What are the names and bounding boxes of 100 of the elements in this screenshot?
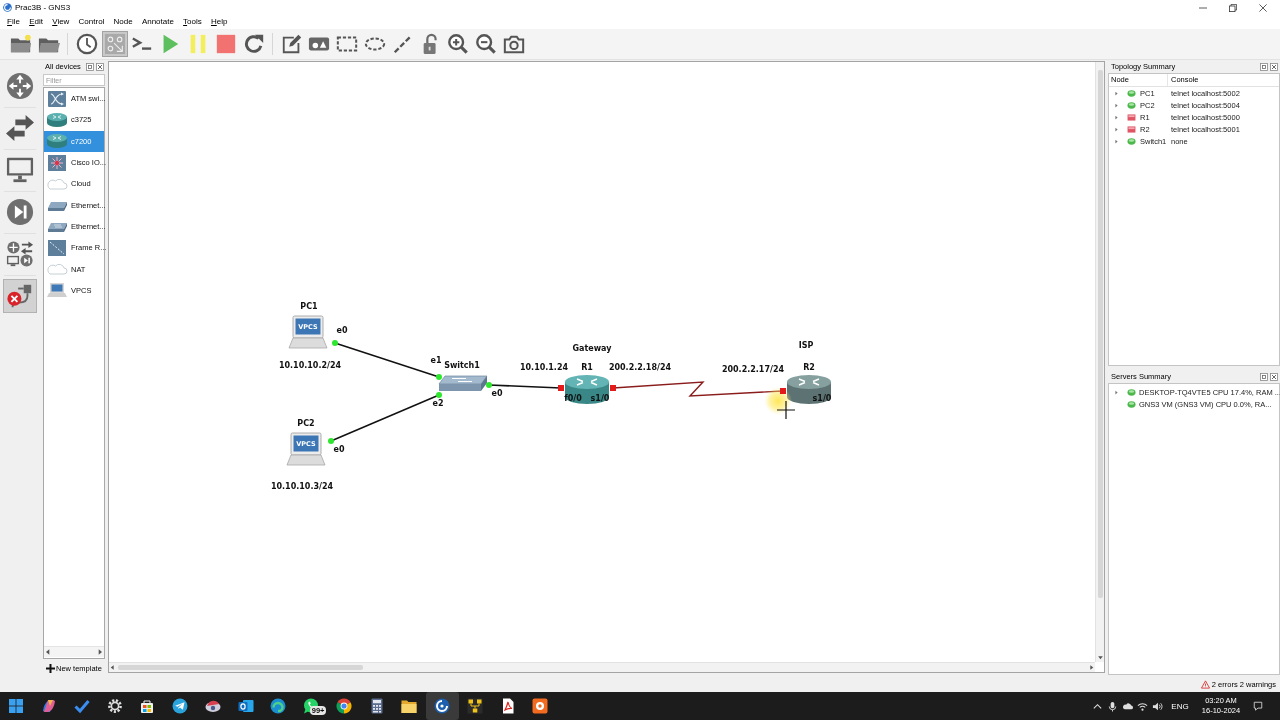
dashed-tile-icon [46,239,68,256]
network-diagram-icon [466,698,483,714]
close-icon[interactable] [1270,62,1278,71]
mail-icon [237,698,254,714]
menu-item[interactable]: Control [74,15,109,29]
note-text: 200.2.2.17/24 [721,365,785,374]
reload-icon [242,33,265,55]
menu-item[interactable]: Edit [24,15,48,29]
float-icon[interactable] [86,62,94,71]
monitor-icon [6,156,34,184]
float-icon[interactable] [1260,372,1268,381]
expand-arrow-icon[interactable] [1115,102,1118,108]
laptop-icon [46,282,68,299]
port-label: e1 [430,356,442,365]
menu-item[interactable]: File [2,15,25,29]
port-label: s1/0 [590,394,610,403]
menu-item[interactable]: Help [206,15,233,29]
folder-star-icon [10,33,32,55]
node-label: PC1 [300,302,318,311]
close-icon[interactable] [96,62,104,71]
horizontal-scrollbar[interactable] [44,646,104,657]
expand-arrow-icon[interactable] [1115,126,1118,132]
note-text: 10.10.10.3/24 [270,482,334,491]
node-label: R2 [803,363,815,372]
restore-icon [1229,3,1237,12]
close-icon [1259,3,1267,12]
expand-arrow-icon[interactable] [1115,114,1118,120]
menu-item[interactable]: Tools [178,15,207,29]
note-text: 10.10.10.2/24 [278,361,342,370]
language-indicator[interactable]: ENG [1171,701,1189,711]
starburst-tile-icon [46,154,68,171]
crosshair-cursor-icon [764,387,796,420]
note-text: 200.2.2.18/24 [608,363,672,372]
swirl-circle-icon [270,698,287,714]
float-icon[interactable] [1260,62,1268,71]
microphone-icon[interactable] [1107,700,1118,712]
vertical-scrollbar[interactable] [1095,62,1104,662]
zoom-out-icon [475,33,498,55]
cloud-icon [46,261,68,277]
menu-item[interactable]: View [47,15,74,29]
app-logo-icon [3,3,12,12]
close-icon[interactable] [1270,372,1278,381]
folder-icon [401,698,418,714]
notification-icon[interactable] [1253,701,1263,711]
shopping-bag-icon [139,698,156,714]
square-app-icon [532,698,549,714]
arrow-right-icon[interactable] [96,648,104,656]
wifi-icon[interactable] [1137,700,1148,712]
router-icon [787,375,831,404]
horizontal-scrollbar[interactable] [109,662,1095,672]
play-pause-circle-icon [6,198,34,226]
node-label: R1 [581,363,593,372]
arrow-left-icon[interactable] [109,664,116,671]
router-icon [565,375,609,404]
expand-arrow-icon[interactable] [1115,389,1118,395]
expand-arrow-icon[interactable] [1115,138,1118,144]
arrow-left-icon[interactable] [44,648,52,656]
taskbar-button[interactable] [425,692,459,720]
arrow-down-icon[interactable] [1096,654,1104,661]
note-text: ISP [798,341,814,350]
start-icon [8,698,25,714]
camera-icon [502,33,525,55]
add-link-button[interactable] [3,279,37,313]
node-label: Switch1 [444,361,480,370]
disc-app-icon [204,698,221,714]
scrollbar-thumb[interactable] [118,665,363,670]
pencil-square-icon [280,33,303,55]
device-grid-icon [6,240,34,268]
paper-plane-icon [172,698,189,714]
cloud-icon[interactable] [1122,700,1133,712]
router-circle-icon [6,72,34,100]
menu-item[interactable]: Node [108,15,138,29]
note-text: 10.10.1.24 [519,363,569,372]
clock-icon [75,33,98,55]
checkmark-icon [73,698,90,714]
circles-arrow-tile-icon [103,33,126,55]
note-text: Gateway [572,344,612,353]
port-label: e2 [432,399,444,408]
gear-icon [106,698,123,714]
double-arrow-icon [6,114,34,142]
window-title: Prac3B - GNS3 [15,3,71,12]
expand-arrow-icon[interactable] [1115,90,1118,96]
speaker-icon[interactable] [1152,700,1163,712]
port-label: s1/0 [812,394,832,403]
router-icon [46,111,68,128]
crossed-arrows-tile-icon [46,90,68,107]
arrow-right-icon[interactable] [1088,664,1095,671]
plus-icon [46,663,55,673]
tricolor-circle-icon [335,698,352,714]
scrollbar-thumb[interactable] [1097,70,1103,598]
computer-icon [288,315,328,349]
port-label: e0 [336,326,348,335]
node-label: PC2 [297,419,315,428]
sparkle-swirl-icon [41,698,58,714]
swirl-logo-icon [434,698,451,714]
switch-icon [438,375,488,391]
port-label: e0 [491,389,503,398]
menu-item[interactable]: Annotate [137,15,179,29]
warning-icon [1200,679,1210,689]
port-label: e0 [333,445,345,454]
